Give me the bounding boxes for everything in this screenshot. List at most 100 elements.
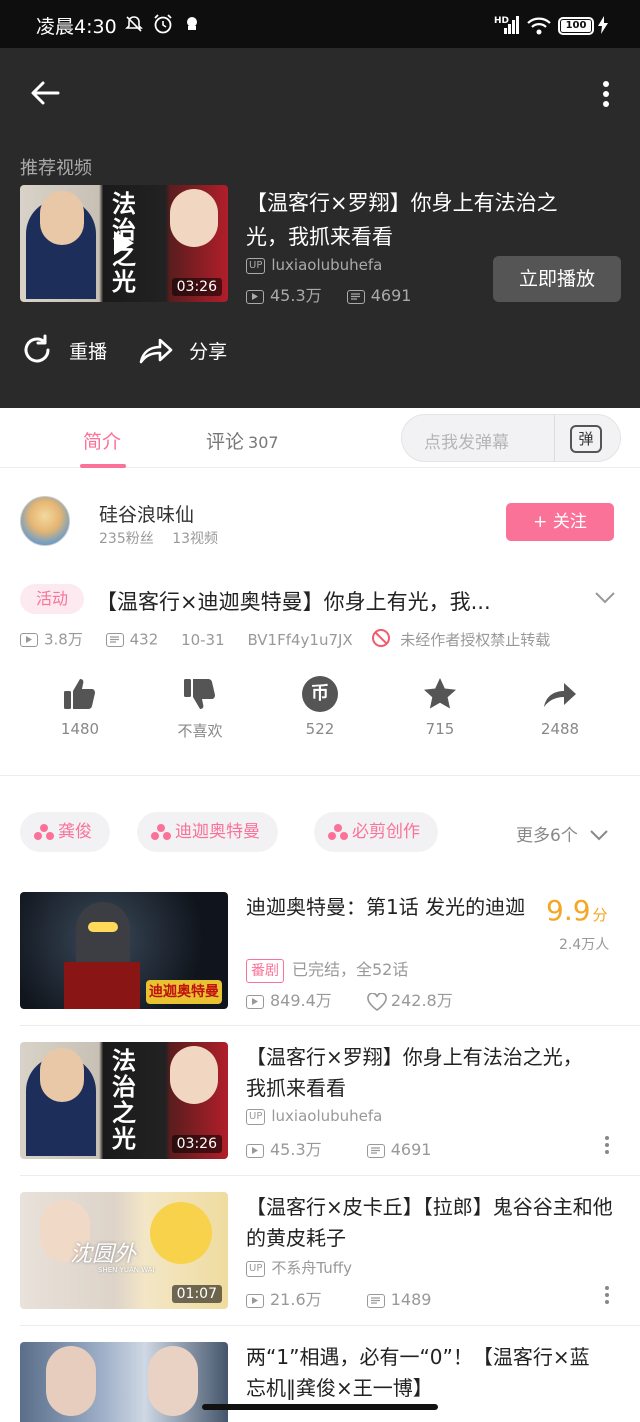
no-repost-icon bbox=[371, 628, 391, 652]
recommended-video-thumbnail[interactable]: 法治之光 03:26 bbox=[20, 185, 228, 302]
views-icon bbox=[20, 633, 38, 647]
related-title[interactable]: 迪迦奥特曼：第1话 发光的迪迦 bbox=[246, 892, 526, 923]
list-divider bbox=[20, 1175, 640, 1176]
related-title[interactable]: 两“1”相遇，必有一“0”！【温客行×蓝忘机‖龚俊×王一博】 bbox=[246, 1342, 606, 1404]
share-button[interactable]: 2488 bbox=[520, 676, 600, 738]
related-thumbnail[interactable] bbox=[20, 1342, 228, 1422]
tag-label: 龚俊 bbox=[58, 822, 92, 842]
thumbnail-text: 沈圆外 bbox=[70, 1242, 137, 1267]
tag-pill[interactable]: 必剪创作 bbox=[314, 812, 438, 852]
chevron-down-icon bbox=[590, 830, 608, 841]
up-badge: UP bbox=[246, 1108, 266, 1125]
tab-comments[interactable]: 评论 307 bbox=[206, 427, 279, 454]
coin-symbol: 币 bbox=[311, 683, 329, 704]
thumbnail-face-left bbox=[40, 191, 84, 245]
uploader-videos: 13视频 bbox=[172, 531, 219, 547]
tag-pill[interactable]: 龚俊 bbox=[20, 812, 110, 852]
home-indicator[interactable] bbox=[202, 1404, 438, 1410]
danmaku-icon bbox=[346, 289, 365, 304]
rating-unit: 分 bbox=[592, 906, 608, 924]
tag-label: 迪迦奥特曼 bbox=[175, 822, 260, 842]
avatar[interactable] bbox=[20, 496, 70, 546]
danmaku-input[interactable]: 点我发弹幕 弹 bbox=[401, 414, 621, 462]
related-thumbnail[interactable]: 沈圆外 SHEN YUAN WAI 01:07 bbox=[20, 1192, 228, 1309]
section-divider bbox=[0, 775, 640, 776]
thumbnail-pikachu bbox=[150, 1202, 212, 1264]
related-stats: 21.6万 1489 bbox=[246, 1286, 431, 1310]
danmaku-divider bbox=[554, 415, 555, 461]
play-now-button[interactable]: 立即播放 bbox=[493, 256, 621, 302]
activity-badge[interactable]: 活动 bbox=[20, 584, 84, 614]
coin-count: 522 bbox=[305, 720, 335, 738]
status-time: 凌晨4:30 bbox=[36, 16, 117, 38]
up-badge: UP bbox=[246, 1260, 266, 1277]
favorite-button[interactable]: 715 bbox=[400, 676, 480, 738]
video-bvid: BV1Ff4y1u7JX bbox=[247, 630, 353, 649]
battery-level: 100 bbox=[561, 20, 591, 32]
related-thumbnail[interactable]: 法治之光 03:26 bbox=[20, 1042, 228, 1159]
more-menu-icon[interactable] bbox=[602, 80, 610, 112]
uploader-name[interactable]: 硅谷浪味仙 bbox=[99, 500, 194, 527]
replay-label: 重播 bbox=[69, 340, 108, 363]
back-arrow-icon[interactable] bbox=[28, 76, 62, 114]
like-button[interactable]: 1480 bbox=[40, 676, 120, 738]
tab-comments-label: 评论 bbox=[206, 431, 245, 453]
follow-button[interactable]: + 关注 bbox=[506, 503, 614, 541]
share-end-button[interactable]: 分享 bbox=[138, 333, 227, 367]
rating-score: 9.9 bbox=[546, 894, 591, 927]
replay-button[interactable]: 重播 bbox=[20, 333, 107, 367]
list-divider bbox=[20, 1325, 640, 1326]
recommended-label: 推荐视频 bbox=[20, 158, 92, 179]
danmaku-placeholder: 点我发弹幕 bbox=[424, 433, 509, 453]
uploader-fans: 235粉丝 bbox=[99, 531, 154, 547]
mute-icon bbox=[124, 14, 144, 38]
danmaku-icon bbox=[366, 1293, 385, 1308]
related-thumbnail[interactable]: 迪迦奥特曼 bbox=[20, 892, 228, 1009]
alarm-icon bbox=[152, 13, 174, 39]
coin-button[interactable]: 币 522 bbox=[280, 676, 360, 738]
rating: 9.9 分 bbox=[546, 894, 608, 927]
recommended-uploader: luxiaolubuhefa bbox=[271, 256, 383, 274]
video-stats-row: 3.8万 432 10-31 BV1Ff4y1u7JX 未经作者授权禁止转载 bbox=[20, 628, 550, 652]
video-danmaku: 432 bbox=[129, 630, 159, 649]
related-views: 21.6万 bbox=[270, 1290, 322, 1309]
dislike-button[interactable]: 不喜欢 bbox=[160, 676, 240, 741]
recommended-uploader-row: UP luxiaolubuhefa bbox=[246, 256, 382, 274]
views-icon bbox=[246, 289, 264, 304]
item-more-icon[interactable] bbox=[605, 1136, 609, 1154]
thumbnail-face-left bbox=[46, 1346, 96, 1416]
uploader-stats: 235粉丝 13视频 bbox=[99, 528, 218, 548]
tag-icon bbox=[328, 824, 348, 840]
recommended-video-title[interactable]: 【温客行×罗翔】你身上有法治之光，我抓来看看 bbox=[246, 186, 586, 254]
app-notification-icon bbox=[185, 16, 199, 36]
thumbnail-body bbox=[64, 962, 140, 1009]
related-title[interactable]: 【温客行×皮卡丘】【拉郎】鬼谷谷主和他的黄皮耗子 bbox=[246, 1192, 616, 1254]
related-status-row: 番剧 已完结，全52话 bbox=[246, 956, 408, 983]
favorite-count: 715 bbox=[425, 720, 455, 738]
dislike-label: 不喜欢 bbox=[177, 722, 223, 740]
related-danmaku: 1489 bbox=[390, 1290, 432, 1309]
danmaku-toggle-text: 弹 bbox=[578, 430, 594, 448]
tags-more-button[interactable]: 更多6个 bbox=[516, 821, 609, 846]
chevron-down-icon[interactable] bbox=[594, 590, 616, 609]
related-views: 45.3万 bbox=[270, 1140, 322, 1159]
wifi-icon bbox=[526, 16, 552, 40]
play-icon bbox=[112, 229, 136, 261]
tag-pill[interactable]: 迪迦奥特曼 bbox=[137, 812, 278, 852]
tab-intro[interactable]: 简介 bbox=[83, 427, 121, 454]
danmaku-icon bbox=[105, 633, 124, 647]
share-arrow-icon bbox=[139, 338, 173, 364]
duration: 01:07 bbox=[171, 1285, 222, 1303]
battery-icon: 100 bbox=[558, 17, 594, 35]
like-count: 1480 bbox=[60, 720, 100, 738]
related-uploader: luxiaolubuhefa bbox=[271, 1107, 383, 1125]
related-title[interactable]: 【温客行×罗翔】你身上有法治之光，我抓来看看 bbox=[246, 1042, 591, 1104]
danmaku-toggle-icon[interactable]: 弹 bbox=[570, 425, 602, 453]
share-icon bbox=[544, 683, 576, 707]
heart-icon bbox=[367, 991, 387, 1011]
thumbnail-text: 法治之光 bbox=[112, 1046, 136, 1153]
item-more-icon[interactable] bbox=[605, 1286, 609, 1304]
list-divider bbox=[20, 1025, 640, 1026]
tag-icon bbox=[151, 824, 171, 840]
tag-label: 必剪创作 bbox=[352, 822, 420, 842]
